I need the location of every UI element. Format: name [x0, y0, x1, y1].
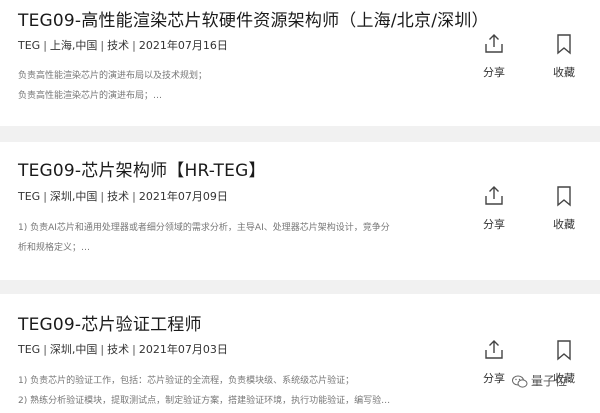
- job-description: 1) 负责AI芯片和通用处理器或者细分领域的需求分析，主导AI、处理器芯片架构设…: [18, 218, 448, 258]
- bookmark-icon: [557, 186, 571, 207]
- job-card[interactable]: TEG09-高性能渲染芯片软硬件资源架构师（上海/北京/深圳） TEG | 上海,中…: [0, 0, 600, 126]
- share-icon: [485, 34, 503, 53]
- job-dept: TEG: [18, 343, 41, 356]
- job-card[interactable]: TEG09-芯片架构师【HR-TEG】 TEG | 深圳,中国 | 技术 | 2021年07…: [0, 142, 600, 280]
- share-label: 分享: [483, 372, 505, 385]
- divider: |: [100, 39, 105, 52]
- desc-line: 1) 负责芯片的验证工作，包括：芯片验证的全流程，负责模块级、系统级芯片验证；: [18, 376, 355, 386]
- share-label: 分享: [483, 66, 505, 79]
- job-card[interactable]: TEG09-芯片验证工程师 TEG | 深圳,中国 | 技术 | 2021年07月03日 1…: [0, 294, 600, 413]
- job-description: 负责高性能渲染芯片的演进布局以及技术规划； 负责高性能渲染芯片的演进布局；…: [18, 66, 448, 106]
- job-meta: TEG | 深圳,中国 | 技术 | 2021年07月03日: [18, 341, 228, 357]
- divider: |: [43, 190, 47, 203]
- favorite-label: 收藏: [553, 218, 575, 231]
- share-button[interactable]: 分享: [472, 338, 516, 386]
- job-dept: TEG: [18, 190, 41, 203]
- share-icon: [485, 340, 503, 359]
- job-meta: TEG | 上海,中国 | 技术 | 2021年07月16日: [18, 37, 228, 53]
- job-location: 上海,中国: [49, 39, 98, 52]
- share-button[interactable]: 分享: [472, 32, 516, 80]
- job-category: 技术: [107, 190, 130, 203]
- job-title[interactable]: TEG09-芯片架构师【HR-TEG】: [18, 156, 266, 181]
- job-title[interactable]: TEG09-高性能渲染芯片软硬件资源架构师（上海/北京/深圳）: [18, 6, 489, 31]
- divider: |: [132, 190, 136, 203]
- job-location: 深圳,中国: [49, 343, 98, 356]
- divider: |: [43, 343, 47, 356]
- favorite-label: 收藏: [553, 66, 575, 79]
- favorite-button[interactable]: 收藏: [542, 184, 586, 232]
- job-date: 2021年07月03日: [138, 343, 228, 356]
- divider: |: [100, 190, 105, 203]
- bookmark-icon: [557, 34, 571, 55]
- desc-line: 2) 熟练分析验证模块，提取测试点，制定验证方案，搭建验证环境，执行功能验证，编…: [18, 396, 391, 406]
- bookmark-icon: [557, 340, 571, 361]
- job-location: 深圳,中国: [49, 190, 98, 203]
- watermark-text: 量子位: [531, 374, 568, 388]
- desc-line: 负责高性能渲染芯片的演进布局以及技术规划；: [18, 71, 208, 81]
- divider: |: [100, 343, 105, 356]
- job-description: 1) 负责芯片的验证工作，包括：芯片验证的全流程，负责模块级、系统级芯片验证； …: [18, 371, 448, 411]
- share-icon: [485, 186, 503, 205]
- divider: |: [132, 39, 136, 52]
- wechat-icon: [512, 375, 528, 388]
- favorite-button[interactable]: 收藏: [542, 32, 586, 80]
- job-title[interactable]: TEG09-芯片验证工程师: [18, 310, 202, 335]
- share-button[interactable]: 分享: [472, 184, 516, 232]
- desc-line: 1) 负责AI芯片和通用处理器或者细分领域的需求分析，主导AI、处理器芯片架构设…: [18, 223, 390, 233]
- job-category: 技术: [107, 343, 130, 356]
- divider: |: [43, 39, 47, 52]
- job-meta: TEG | 深圳,中国 | 技术 | 2021年07月09日: [18, 188, 228, 204]
- job-dept: TEG: [18, 39, 41, 52]
- watermark: 量子位: [512, 372, 567, 389]
- job-category: 技术: [107, 39, 130, 52]
- desc-line: 析和规格定义；…: [18, 243, 91, 253]
- job-date: 2021年07月16日: [138, 39, 228, 52]
- divider: |: [132, 343, 136, 356]
- job-date: 2021年07月09日: [138, 190, 228, 203]
- share-label: 分享: [483, 218, 505, 231]
- desc-line: 负责高性能渲染芯片的演进布局；…: [18, 91, 163, 101]
